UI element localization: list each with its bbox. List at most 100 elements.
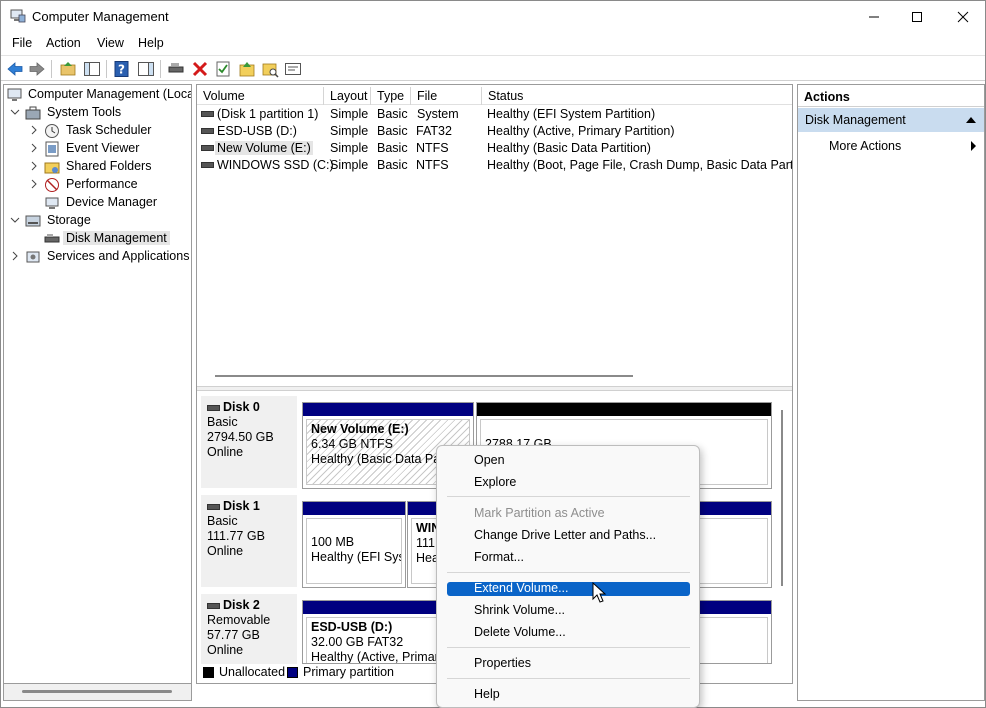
- tree-item-label: System Tools: [47, 105, 122, 119]
- disk-2-label[interactable]: Disk 2 Removable 57.77 GB Online: [201, 594, 297, 664]
- graph-vertical-scrollbar[interactable]: [781, 410, 783, 586]
- properties-check-icon[interactable]: [214, 60, 232, 78]
- volume-row[interactable]: WINDOWS SSD (C:) Simple Basic NTFS Healt…: [197, 157, 792, 174]
- volume-row-selected[interactable]: New Volume (E:) Simple Basic NTFS Health…: [197, 140, 792, 157]
- search-folder-icon[interactable]: [261, 60, 279, 78]
- tree-item-computer-management[interactable]: Computer Management (Local: [7, 86, 191, 104]
- menu-item-format[interactable]: Format...: [447, 550, 690, 566]
- column-header-file-system[interactable]: File System: [411, 87, 482, 121]
- show-hide-action-pane-icon[interactable]: [137, 60, 155, 78]
- volume-list-scrollbar[interactable]: [215, 375, 633, 377]
- tree-item-disk-management[interactable]: Disk Management: [29, 230, 189, 248]
- submenu-arrow-icon[interactable]: [971, 141, 976, 151]
- performance-icon: [45, 178, 59, 192]
- pane-splitter[interactable]: [197, 386, 792, 391]
- volume-list-header: Volume Layout Type File System Status: [197, 87, 792, 121]
- menu-action[interactable]: Action: [46, 36, 81, 50]
- volume-name: (Disk 1 partition 1): [217, 107, 319, 121]
- chevron-right-icon[interactable]: [29, 179, 39, 189]
- menu-item-properties[interactable]: Properties: [447, 656, 690, 672]
- volume-file-system: FAT32: [416, 124, 452, 138]
- disk-type: Removable: [207, 613, 271, 627]
- chevron-right-icon[interactable]: [10, 251, 20, 261]
- column-header-status[interactable]: Status: [482, 87, 792, 105]
- volume-file-system: NTFS: [416, 158, 449, 172]
- tree-item-system-tools[interactable]: System Tools: [10, 104, 190, 122]
- actions-section-disk-management[interactable]: Disk Management: [798, 108, 984, 132]
- tree-item-services-and-applications[interactable]: Services and Applications: [10, 248, 190, 266]
- partition-size: 100 MB: [311, 535, 355, 549]
- disk-state: Online: [207, 544, 244, 558]
- actions-header: Actions: [798, 85, 984, 107]
- volume-type: Basic: [377, 141, 408, 155]
- menu-item-explore[interactable]: Explore: [447, 475, 690, 491]
- menu-item-extend-volume[interactable]: Extend Volume...: [447, 582, 690, 596]
- chevron-right-icon[interactable]: [29, 143, 39, 153]
- chevron-right-icon[interactable]: [29, 125, 39, 135]
- menu-item-help[interactable]: Help: [447, 687, 690, 703]
- volume-status: Healthy (Boot, Page File, Crash Dump, Ba…: [487, 158, 793, 172]
- tree-item-label: Shared Folders: [66, 159, 152, 173]
- chevron-down-icon[interactable]: [10, 107, 20, 117]
- back-arrow-icon[interactable]: [6, 60, 24, 78]
- tree-item-shared-folders[interactable]: Shared Folders: [29, 158, 189, 176]
- partition-context-menu: Open Explore Mark Partition as Active Ch…: [436, 445, 700, 708]
- chevron-right-icon[interactable]: [29, 161, 39, 171]
- tree-item-performance[interactable]: Performance: [29, 176, 189, 194]
- partition-efi[interactable]: 100 MB Healthy (EFI Syst: [302, 501, 406, 588]
- column-header-type[interactable]: Type: [371, 87, 411, 105]
- tree-horizontal-scrollbar[interactable]: [3, 684, 192, 701]
- settings-panel-icon[interactable]: [284, 60, 302, 78]
- device-manager-icon: [45, 197, 59, 209]
- tree-item-event-viewer[interactable]: Event Viewer: [29, 140, 189, 158]
- volume-name: New Volume (E:): [215, 141, 313, 155]
- connect-virtual-disk-icon[interactable]: [167, 60, 185, 78]
- menu-item-shrink-volume[interactable]: Shrink Volume...: [447, 603, 690, 619]
- legend-label-primary-partition: Primary partition: [303, 665, 394, 679]
- disk-state: Online: [207, 445, 244, 459]
- console-tree: Computer Management (Local System Tools …: [3, 84, 192, 684]
- volume-row[interactable]: ESD-USB (D:) Simple Basic FAT32 Healthy …: [197, 123, 792, 140]
- computer-icon: [7, 88, 22, 101]
- minimize-button[interactable]: [851, 1, 897, 32]
- partition-size: 32.00 GB FAT32: [311, 635, 404, 649]
- computer-management-window: Computer Management File Action View Hel…: [0, 0, 986, 708]
- more-actions-link[interactable]: More Actions: [829, 139, 901, 153]
- tree-item-storage[interactable]: Storage: [10, 212, 190, 230]
- menu-item-delete-volume[interactable]: Delete Volume...: [447, 625, 690, 641]
- forward-arrow-icon[interactable]: [28, 60, 46, 78]
- menu-help[interactable]: Help: [138, 36, 164, 50]
- volume-status: Healthy (Basic Data Partition): [487, 141, 651, 155]
- menu-item-open[interactable]: Open: [447, 453, 690, 469]
- show-hide-console-tree-icon[interactable]: [83, 60, 101, 78]
- disk-0-label[interactable]: Disk 0 Basic 2794.50 GB Online: [201, 396, 297, 488]
- close-button[interactable]: [940, 1, 986, 32]
- partition-title: New Volume (E:): [311, 422, 409, 436]
- help-icon[interactable]: ?: [113, 60, 131, 78]
- scrollbar-thumb[interactable]: [22, 690, 172, 693]
- storage-icon: [25, 215, 41, 227]
- maximize-button[interactable]: [894, 1, 940, 32]
- delete-icon[interactable]: [191, 60, 209, 78]
- menu-item-change-drive-letter[interactable]: Change Drive Letter and Paths...: [447, 528, 690, 544]
- tree-item-task-scheduler[interactable]: Task Scheduler: [29, 122, 189, 140]
- up-folder-icon[interactable]: [59, 60, 77, 78]
- volume-row[interactable]: (Disk 1 partition 1) Simple Basic Health…: [197, 106, 792, 123]
- menu-view[interactable]: View: [97, 36, 124, 50]
- tree-item-device-manager[interactable]: Device Manager: [29, 194, 189, 212]
- chevron-down-icon[interactable]: [10, 215, 20, 225]
- menu-separator: [447, 678, 690, 679]
- collapse-triangle-icon[interactable]: [966, 117, 976, 123]
- tree-item-label: Task Scheduler: [66, 123, 152, 137]
- volume-layout: Simple: [330, 158, 369, 172]
- clock-icon: [45, 124, 59, 138]
- actions-pane: Actions Disk Management More Actions: [797, 84, 985, 701]
- disk-1-label[interactable]: Disk 1 Basic 111.77 GB Online: [201, 495, 297, 587]
- menu-file[interactable]: File: [12, 36, 32, 50]
- column-header-layout[interactable]: Layout: [324, 87, 371, 105]
- column-header-volume[interactable]: Volume: [197, 87, 324, 105]
- volume-type: Basic: [377, 158, 408, 172]
- folder-up-icon[interactable]: [238, 60, 256, 78]
- volume-status: Healthy (EFI System Partition): [487, 107, 656, 121]
- menu-bar: File Action View Help: [1, 32, 985, 54]
